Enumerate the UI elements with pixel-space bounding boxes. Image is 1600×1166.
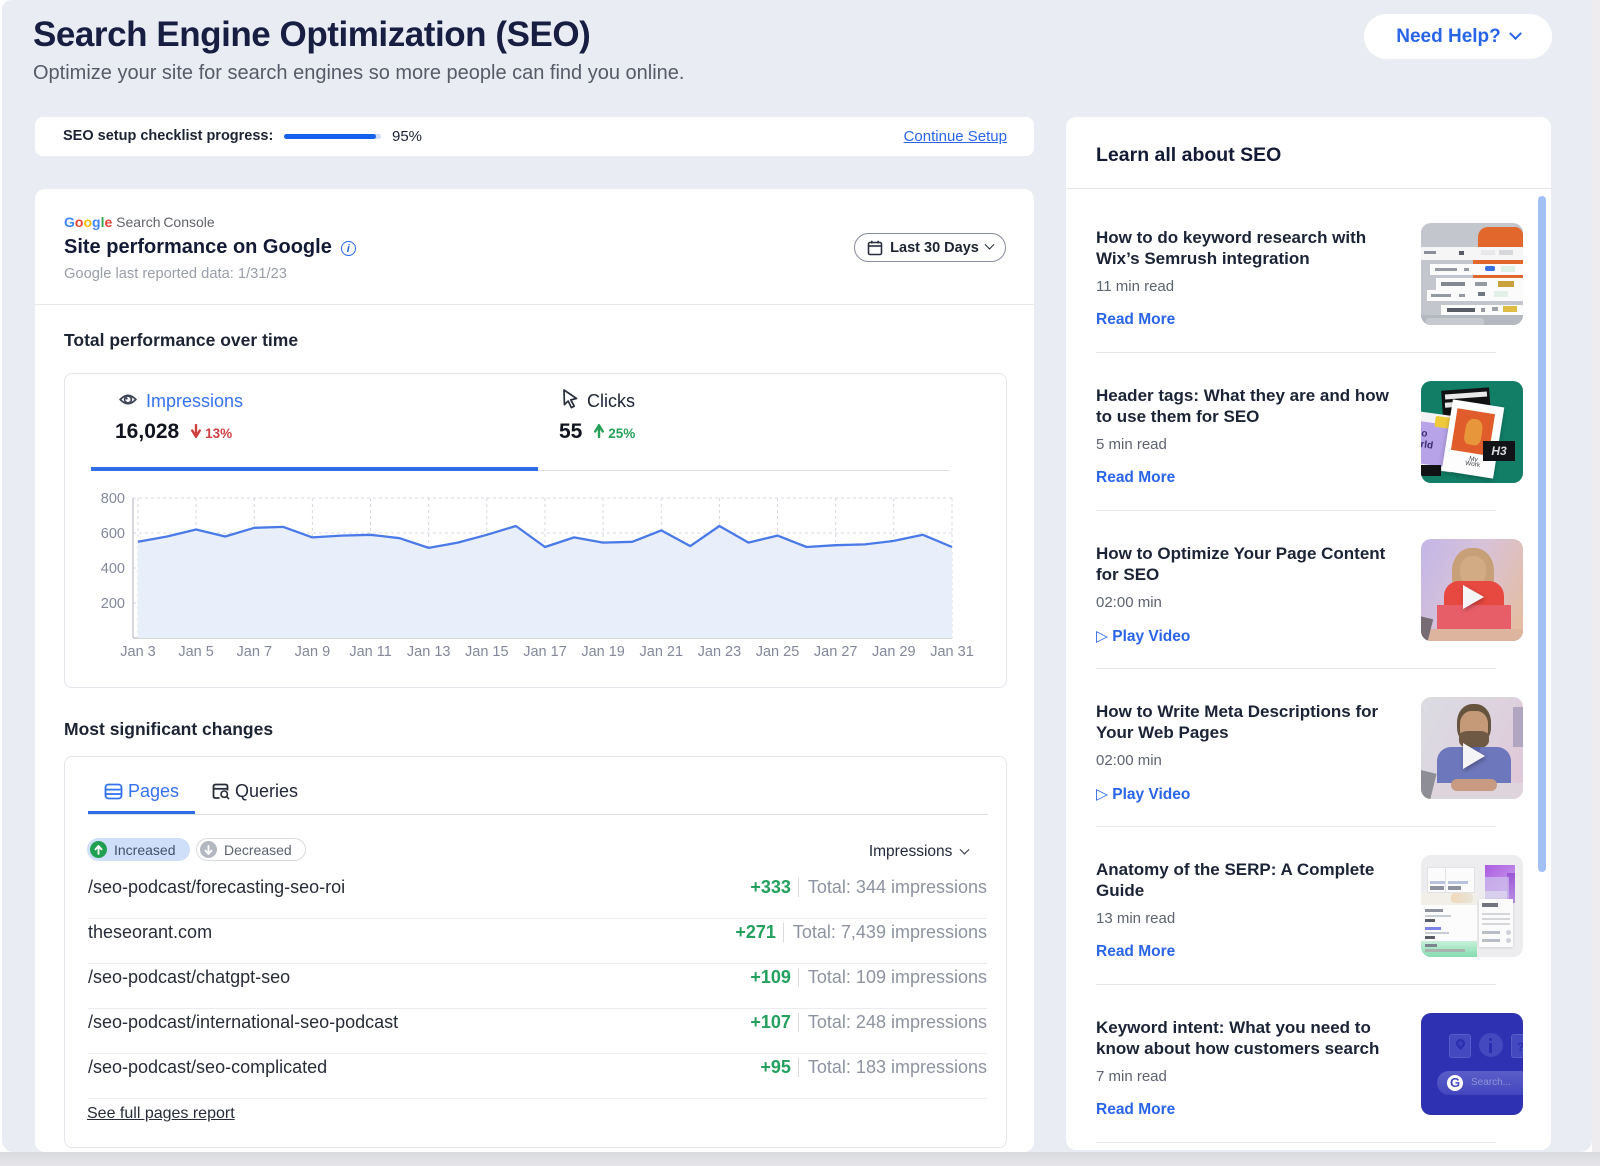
svg-text:Jan 15: Jan 15	[465, 644, 509, 660]
svg-text:Jan 21: Jan 21	[640, 644, 684, 660]
svg-text:Jan 7: Jan 7	[237, 644, 272, 660]
svg-text:800: 800	[101, 491, 125, 507]
svg-text:Jan 9: Jan 9	[295, 644, 330, 660]
svg-text:Jan 17: Jan 17	[523, 644, 567, 660]
svg-text:Jan 29: Jan 29	[872, 644, 916, 660]
svg-text:Jan 31: Jan 31	[930, 644, 974, 660]
svg-text:200: 200	[101, 596, 125, 612]
svg-text:Jan 11: Jan 11	[349, 644, 391, 660]
svg-text:Jan 19: Jan 19	[581, 644, 625, 660]
svg-text:Jan 25: Jan 25	[756, 644, 800, 660]
svg-text:Jan 3: Jan 3	[120, 644, 155, 660]
svg-text:Jan 13: Jan 13	[407, 644, 451, 660]
svg-text:Jan 5: Jan 5	[178, 644, 213, 660]
svg-text:Jan 23: Jan 23	[698, 644, 742, 660]
svg-text:Jan 27: Jan 27	[814, 644, 858, 660]
svg-text:600: 600	[101, 526, 125, 542]
svg-text:400: 400	[101, 561, 125, 577]
